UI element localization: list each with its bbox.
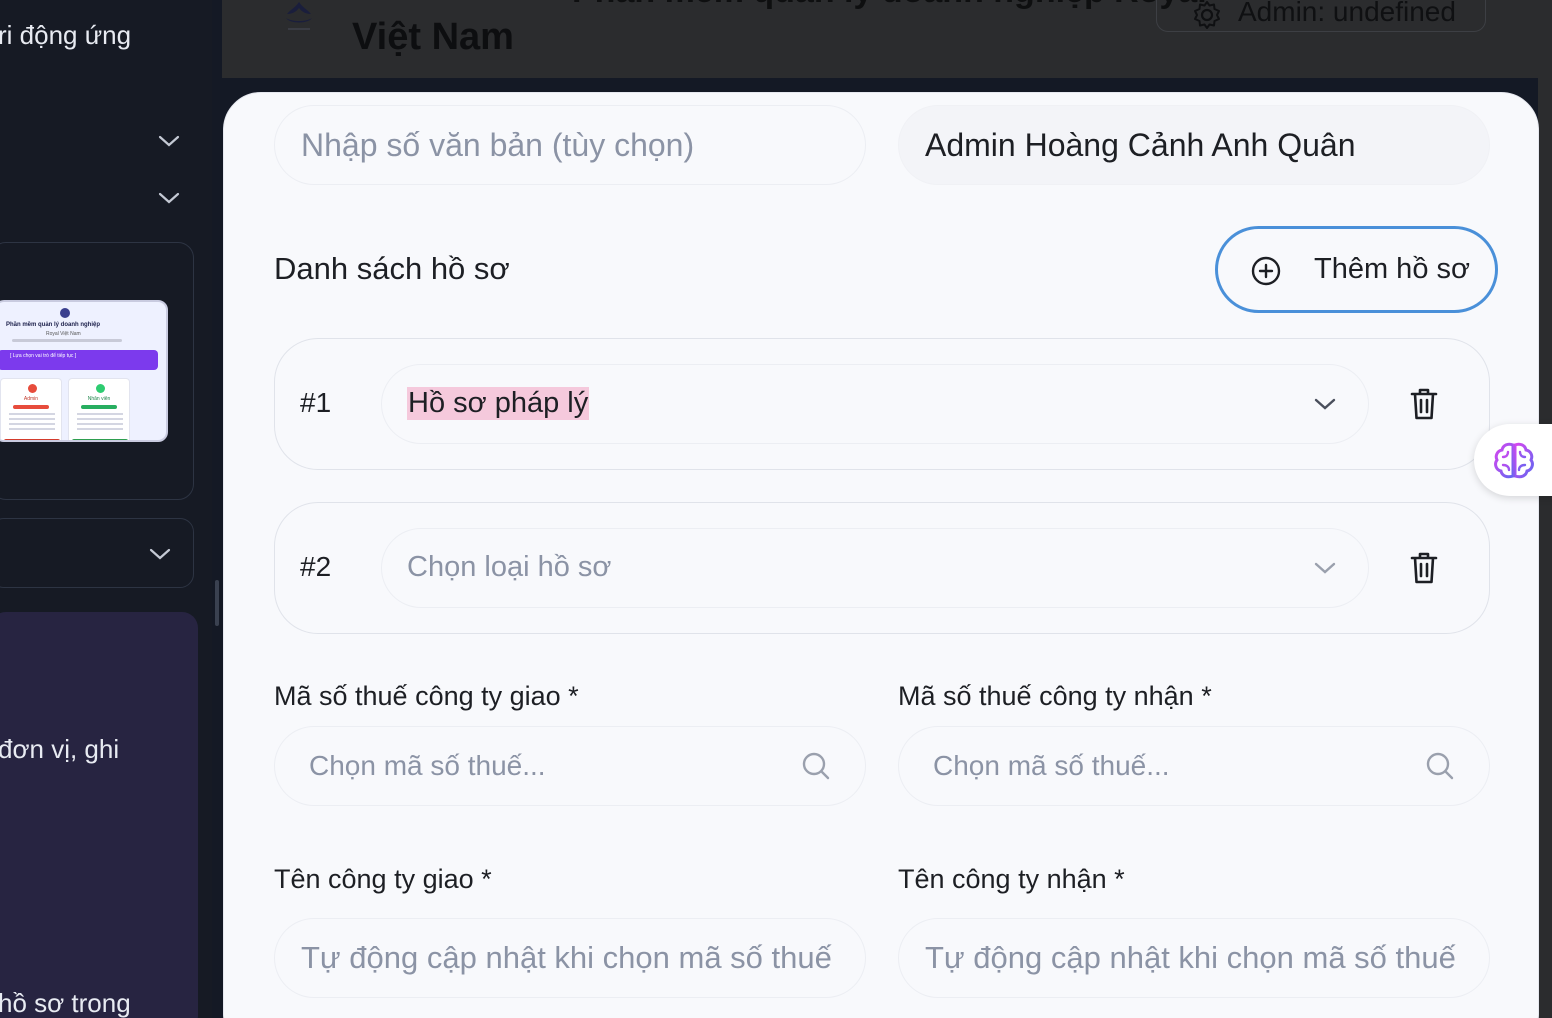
sidebar-text-mid: đơn vị, ghi	[0, 734, 120, 764]
document-number-input[interactable]: Nhập số văn bản (tùy chọn)	[274, 105, 866, 185]
record-row: #1 Hồ sơ pháp lý	[274, 338, 1490, 470]
record-type-placeholder: Chọn loại hồ sơ	[407, 551, 612, 583]
company-receiver-label: Tên công ty nhận *	[898, 864, 1125, 894]
thumbnail-subtitle: Royal Việt Nam	[46, 331, 81, 337]
sidebar-select[interactable]	[0, 518, 194, 588]
chevron-down-icon	[1314, 562, 1336, 574]
logo-icon	[286, 2, 312, 30]
tax-code-receiver-input[interactable]: Chọn mã số thuế...	[898, 726, 1490, 806]
company-sender-label: Tên công ty giao *	[274, 864, 492, 894]
company-receiver-input[interactable]: Tự động cập nhật khi chọn mã số thuế	[898, 918, 1490, 998]
search-icon	[802, 752, 830, 780]
add-record-button[interactable]: Thêm hồ sơ	[1215, 226, 1498, 313]
record-type-value: Hồ sơ pháp lý	[407, 387, 590, 420]
record-type-select[interactable]: Chọn loại hồ sơ	[381, 528, 1369, 608]
trash-icon[interactable]	[1409, 551, 1439, 585]
preview-thumbnail[interactable]: Phần mềm quản lý doanh nghiệp Royal Việt…	[0, 300, 168, 442]
thumbnail-card-admin: Admin	[0, 378, 62, 440]
sidebar-text-bottom: hồ sơ trong	[0, 988, 131, 1018]
brain-icon	[1494, 442, 1534, 479]
chevron-down-icon[interactable]	[158, 191, 180, 205]
page-title: Việt Nam	[352, 16, 514, 58]
admin-label: Admin: undefined	[1238, 0, 1456, 27]
chevron-down-icon	[1314, 398, 1336, 410]
thumbnail-card-staff: Nhân viên	[68, 378, 130, 440]
chevron-down-icon[interactable]	[158, 134, 180, 148]
sidebar-info-card	[0, 612, 198, 1018]
page-edge	[1538, 0, 1552, 1018]
plus-circle-icon	[1251, 256, 1281, 286]
chevron-down-icon	[149, 548, 171, 560]
app-header: Phần mềm quản lý doanh nghiệp Royal Việt…	[222, 0, 1538, 78]
record-list-title: Danh sách hồ sơ	[274, 251, 510, 286]
record-index: #1	[300, 387, 332, 418]
sidebar-text-top: ri động ứng	[0, 20, 132, 50]
thumbnail-line	[12, 339, 122, 342]
record-row: #2 Chọn loại hồ sơ	[274, 502, 1490, 634]
page-title-line1: Phần mềm quản lý doanh nghiệp Royal	[572, 0, 1207, 11]
tax-code-sender-label: Mã số thuế công ty giao *	[274, 681, 579, 711]
thumbnail-logo	[60, 308, 70, 318]
gear-icon	[1194, 1, 1220, 29]
thumbnail-title: Phần mềm quản lý doanh nghiệp	[6, 322, 101, 328]
left-panel: ri động ứng Phần mềm quản lý doanh nghiệ…	[0, 0, 212, 1018]
tax-code-receiver-label: Mã số thuế công ty nhận *	[898, 681, 1212, 711]
resize-handle[interactable]	[215, 580, 219, 626]
company-sender-input[interactable]: Tự động cập nhật khi chọn mã số thuế	[274, 918, 866, 998]
admin-name-field[interactable]: Admin Hoàng Cảnh Anh Quân	[898, 105, 1490, 185]
thumbnail-banner-text: [ Lựa chọn vai trò để tiếp tục ]	[10, 353, 77, 359]
record-type-select[interactable]: Hồ sơ pháp lý	[381, 364, 1369, 444]
search-icon	[1426, 752, 1454, 780]
add-record-label: Thêm hồ sơ	[1314, 253, 1471, 285]
record-index: #2	[300, 551, 332, 582]
trash-icon[interactable]	[1409, 387, 1439, 421]
tax-code-sender-input[interactable]: Chọn mã số thuế...	[274, 726, 866, 806]
create-record-modal: Nhập số văn bản (tùy chọn) Admin Hoàng C…	[223, 92, 1539, 1018]
ai-assistant-button[interactable]	[1474, 424, 1552, 496]
